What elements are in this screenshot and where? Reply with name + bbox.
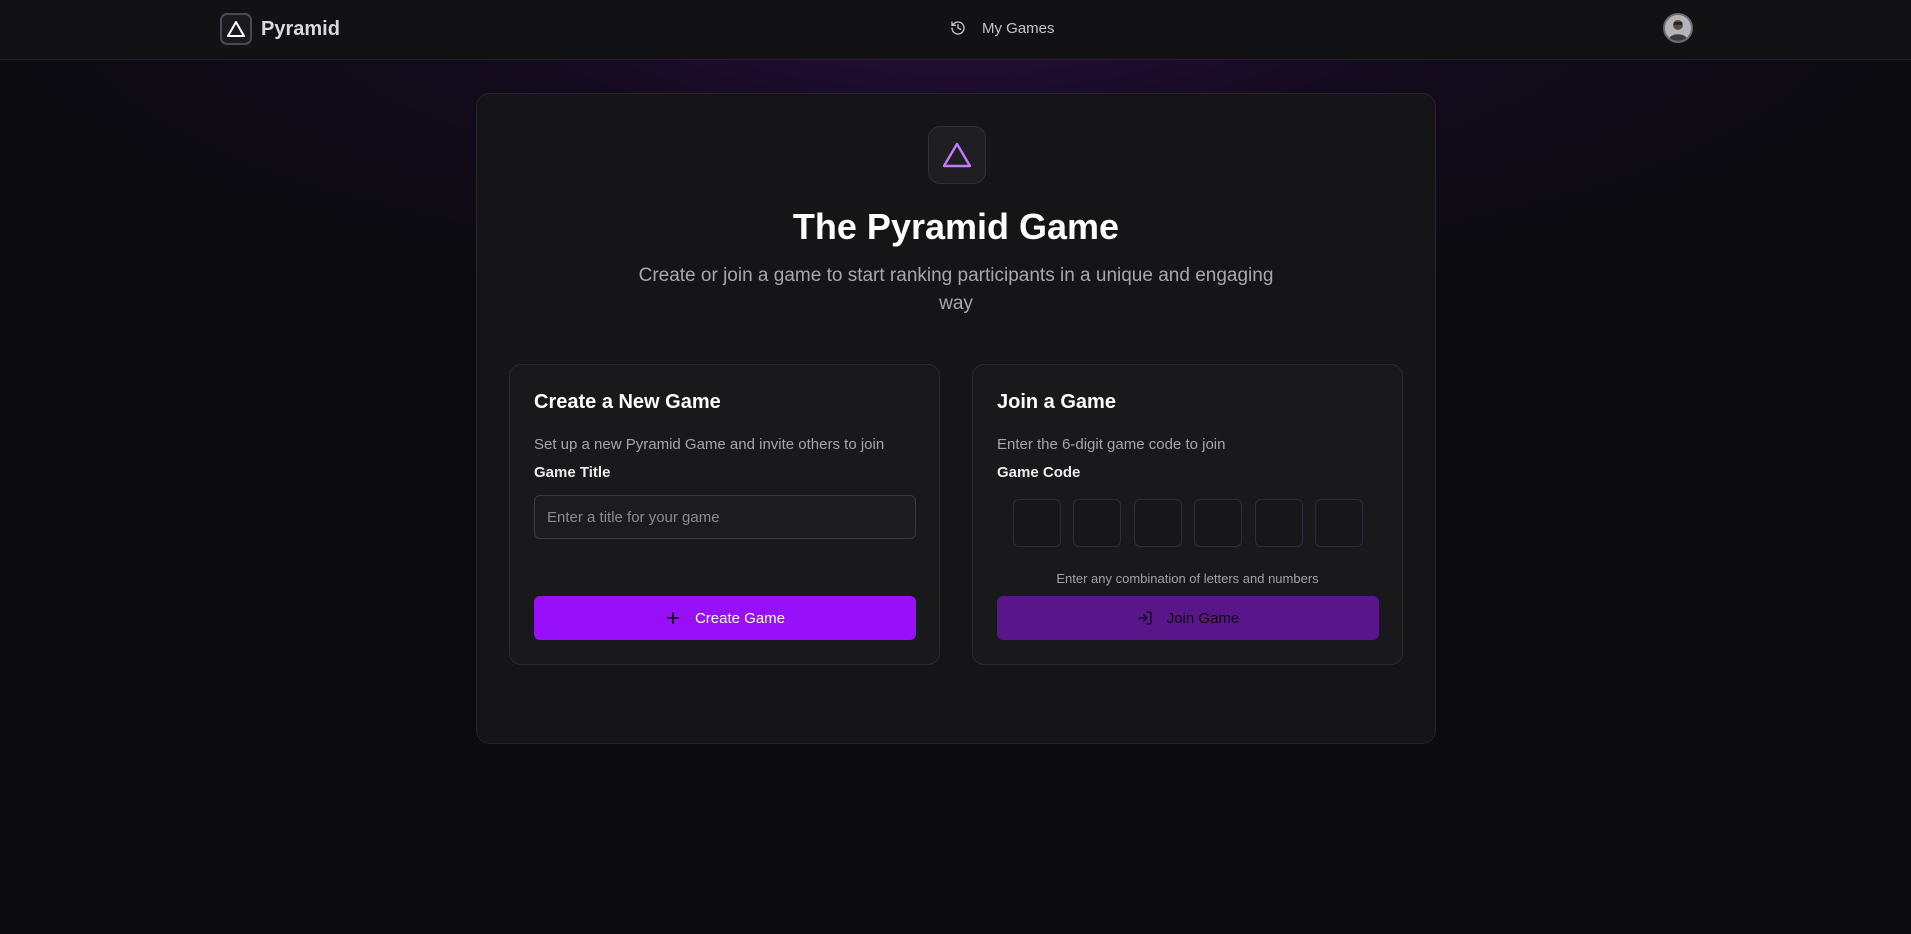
- page-subtitle: Create or join a game to start ranking p…: [638, 265, 1274, 314]
- join-game-button[interactable]: Join Game: [997, 596, 1379, 640]
- log-in-icon: [1137, 610, 1153, 626]
- game-code-hint: Enter any combination of letters and num…: [1056, 571, 1319, 586]
- nav-my-games[interactable]: My Games: [950, 16, 1055, 40]
- page-title: The Pyramid Game: [792, 206, 1120, 247]
- game-code-digit-3[interactable]: [1133, 499, 1182, 547]
- create-game-heading: Create a New Game: [534, 391, 721, 413]
- create-game-description: Set up a new Pyramid Game and invite oth…: [534, 436, 885, 453]
- create-game-button-label: Create Game: [694, 609, 786, 627]
- join-game-description: Enter the 6-digit game code to join: [997, 436, 1226, 453]
- join-game-heading: Join a Game: [997, 391, 1116, 413]
- plus-icon: [665, 610, 681, 626]
- main-card: The Pyramid Game Create or join a game t…: [476, 93, 1436, 744]
- brand-triangle-icon: [220, 13, 252, 45]
- triangle-icon: [928, 126, 986, 184]
- user-avatar[interactable]: [1663, 13, 1693, 43]
- join-game-card: Join a Game Enter the 6-digit game code …: [972, 364, 1403, 665]
- create-game-card: Create a New Game Set up a new Pyramid G…: [509, 364, 940, 665]
- game-code-input-group: [1013, 499, 1363, 547]
- history-icon: [950, 20, 966, 36]
- game-code-digit-1[interactable]: [1013, 499, 1061, 547]
- create-game-button[interactable]: Create Game: [534, 596, 916, 640]
- game-title-label: Game Title: [534, 464, 611, 481]
- top-navbar: Pyramid My Games: [0, 0, 1911, 60]
- brand-name: Pyramid: [261, 17, 340, 40]
- brand-link[interactable]: Pyramid: [220, 13, 340, 45]
- nav-my-games-label: My Games: [982, 19, 1055, 37]
- join-game-button-label: Join Game: [1166, 609, 1240, 627]
- game-code-label: Game Code: [997, 464, 1081, 481]
- game-code-digit-6[interactable]: [1314, 499, 1363, 547]
- game-code-digit-4[interactable]: [1194, 499, 1243, 547]
- game-title-input[interactable]: [534, 495, 916, 539]
- game-code-digit-2[interactable]: [1073, 499, 1122, 547]
- game-code-digit-5[interactable]: [1254, 499, 1303, 547]
